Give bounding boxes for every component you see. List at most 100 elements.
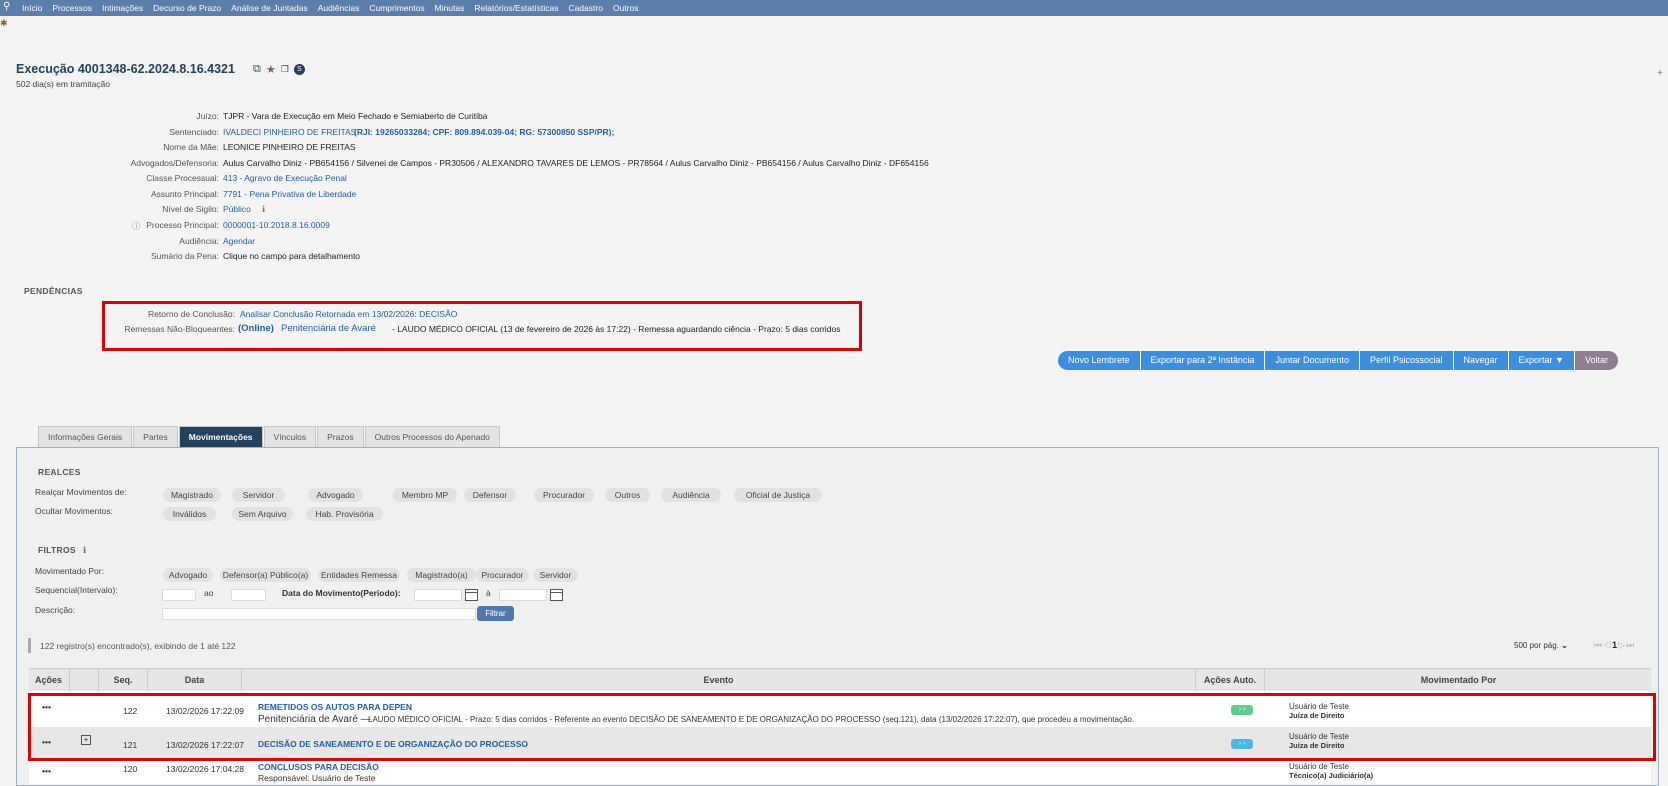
mov-chip-entidades[interactable]: Entidades Remessa: [318, 568, 400, 582]
remessa-descricao: - LAUDO MÉDICO OFICIAL (13 de fevereiro …: [392, 324, 841, 334]
pendencia-label: Retorno de Conclusão:: [148, 309, 235, 319]
info-icon[interactable]: ℹ: [262, 204, 265, 215]
exportar-2-instancia-button[interactable]: Exportar para 2ª Instância: [1140, 351, 1266, 370]
sigilo-link[interactable]: Público: [223, 204, 251, 214]
sumario-label[interactable]: Sumário da Pena:: [0, 251, 219, 261]
col-movimentado-por[interactable]: Movimentado Por: [1264, 669, 1652, 691]
last-page-icon[interactable]: ⏭: [1626, 640, 1635, 650]
date-end-input[interactable]: [499, 589, 547, 601]
remessa-destino[interactable]: Penitenciária de Avaré: [281, 323, 376, 334]
navegar-button[interactable]: Navegar: [1453, 351, 1509, 370]
status-badge[interactable]: S: [293, 64, 305, 75]
retorno-link[interactable]: Analisar Conclusão Retornada em 13/02/20…: [240, 309, 457, 319]
realcar-chip-outros[interactable]: Outros: [605, 488, 650, 502]
row-event-link[interactable]: CONCLUSOS PARA DECISÃO: [258, 762, 379, 772]
calendar-icon[interactable]: [550, 589, 563, 601]
ocultar-chip-invalidos[interactable]: Inválidos: [163, 507, 216, 521]
search-icon[interactable]: ⚲: [3, 1, 10, 12]
nav-item-processos[interactable]: Processos: [52, 3, 92, 13]
nav-item-audiencias[interactable]: Audiências: [318, 3, 360, 13]
row-role: Técnico(a) Judiciário(a): [1289, 771, 1374, 780]
top-navbar: ⚲ Início Processos Intimações Decurso de…: [0, 0, 1668, 16]
juntar-documento-button[interactable]: Juntar Documento: [1265, 351, 1360, 370]
tab-prazos[interactable]: Prazos: [317, 426, 364, 448]
ocultar-chip-hab-provisoria[interactable]: Hab. Provisória: [306, 507, 383, 521]
nav-item-cumprimentos[interactable]: Cumprimentos: [369, 3, 424, 13]
info-label: Nível de Sigilo:: [162, 204, 219, 214]
classe-link[interactable]: 413 - Agravo de Execução Penal: [223, 173, 347, 183]
copy-number-icon[interactable]: ⧉: [253, 63, 261, 76]
tab-movimentacoes[interactable]: Movimentações: [178, 426, 263, 448]
realcar-chip-defensor[interactable]: Defensor: [464, 488, 516, 502]
nav-item-decurso[interactable]: Decurso de Prazo: [153, 3, 221, 13]
info-label: Classe Processual:: [146, 173, 219, 183]
info-label: Juízo:: [196, 111, 219, 121]
remessa-online: (Online): [238, 323, 274, 334]
tab-informacoes-gerais[interactable]: Informações Gerais: [38, 426, 133, 448]
realcar-chip-audiencia[interactable]: Audiência: [661, 488, 721, 502]
info-icon[interactable]: ℹ: [83, 545, 86, 556]
novo-lembrete-button[interactable]: Novo Lembrete: [1058, 351, 1141, 370]
col-evento[interactable]: Evento: [241, 669, 1195, 691]
descricao-input[interactable]: [162, 608, 476, 620]
expand-icon[interactable]: +: [1657, 68, 1663, 79]
table-header: Ações Seq. Data Evento Ações Auto. Movim…: [29, 668, 1651, 692]
info-assunto: Assunto Principal: 7791 - Pena Privativa…: [0, 189, 356, 201]
mov-chip-servidor[interactable]: Servidor: [533, 568, 578, 582]
date-start-input[interactable]: [414, 589, 462, 601]
next-page-icon[interactable]: ▷: [1618, 640, 1626, 650]
nav-item-analise[interactable]: Análise de Juntadas: [231, 3, 308, 13]
info-advogados: Advogados/Defensoria: Aulus Carvalho Din…: [0, 158, 929, 170]
nav-item-intimacoes[interactable]: Intimações: [102, 3, 143, 13]
results-count: 122 registro(s) encontrado(s), exibindo …: [40, 641, 236, 651]
realcar-chip-membro-mp[interactable]: Membro MP: [393, 488, 457, 502]
realcar-chip-advogado[interactable]: Advogado: [308, 488, 363, 502]
info-value: Aulus Carvalho Diniz - PB654156 / Silven…: [223, 158, 929, 168]
col-data[interactable]: Data: [147, 669, 241, 691]
mov-chip-procurador[interactable]: Procurador: [476, 568, 529, 582]
star-icon[interactable]: ★: [266, 63, 276, 76]
realcar-chip-magistrado[interactable]: Magistrado: [163, 488, 221, 502]
row-actions-menu[interactable]: •••: [42, 766, 51, 776]
nav-item-cadastro[interactable]: Cadastro: [568, 3, 603, 13]
ao-label: ao: [204, 588, 214, 598]
mov-chip-magistrado[interactable]: Magistrado(a): [407, 568, 476, 582]
agendar-link[interactable]: Agendar: [223, 236, 255, 246]
tab-vinculos[interactable]: Vínculos: [263, 426, 317, 448]
duplicate-icon[interactable]: ❐: [281, 64, 289, 75]
filtrar-button[interactable]: Filtrar: [477, 606, 514, 621]
row-seq: 120: [123, 764, 138, 774]
info-label: Advogados/Defensoria:: [130, 158, 219, 168]
nav-item-outros[interactable]: Outros: [613, 3, 639, 13]
sentenciado-docs: (RJI: 19265033284; CPF: 809.894.039-04; …: [354, 127, 615, 137]
page-subtitle: 502 dia(s) em tramitação: [16, 79, 111, 89]
col-seq[interactable]: Seq.: [98, 669, 147, 691]
nav-item-minutas[interactable]: Minutas: [435, 3, 465, 13]
processo-principal-link[interactable]: 0000001-10.2018.8.16.0009: [223, 220, 330, 230]
nav-item-relatorios[interactable]: Relatórios/Estatísticas: [474, 3, 558, 13]
mov-chip-advogado[interactable]: Advogado: [163, 568, 213, 582]
realcar-chip-procurador[interactable]: Procurador: [534, 488, 594, 502]
info-sentenciado: Sentenciado: IVALDECI PINHEIRO DE FREITA…: [0, 127, 614, 139]
ocultar-label: Ocultar Movimentos:: [35, 506, 113, 516]
info-sumario: Sumário da Pena: Clique no campo para de…: [0, 251, 360, 263]
nav-item-inicio[interactable]: Início: [22, 3, 42, 13]
exportar-dropdown-button[interactable]: Exportar ▼: [1508, 351, 1575, 370]
realcar-chip-oficial-justica[interactable]: Oficial de Justiça: [734, 488, 822, 502]
first-page-icon[interactable]: ⏮: [1594, 640, 1603, 650]
seq-start-input[interactable]: [162, 589, 196, 601]
calendar-icon[interactable]: [465, 589, 478, 601]
mov-chip-defensor[interactable]: Defensor(a) Público(a): [220, 568, 311, 582]
tab-outros-processos[interactable]: Outros Processos do Apenado: [364, 426, 500, 448]
ocultar-chip-sem-arquivo[interactable]: Sem Arquivo: [232, 507, 293, 521]
tab-partes[interactable]: Partes: [133, 426, 178, 448]
voltar-button[interactable]: Voltar: [1574, 351, 1618, 370]
per-page-select[interactable]: 500 por pág. ⌄: [1514, 641, 1568, 650]
seq-end-input[interactable]: [231, 589, 266, 601]
sentenciado-link[interactable]: IVALDECI PINHEIRO DE FREITAS: [223, 127, 356, 137]
prev-page-icon[interactable]: ◁: [1603, 640, 1612, 650]
perfil-psicossocial-button[interactable]: Perfil Psicossocial: [1359, 351, 1454, 370]
highlight-box-rows: [28, 693, 1656, 761]
realcar-chip-servidor[interactable]: Servidor: [232, 488, 285, 502]
assunto-link[interactable]: 7791 - Pena Privativa de Liberdade: [223, 189, 356, 199]
